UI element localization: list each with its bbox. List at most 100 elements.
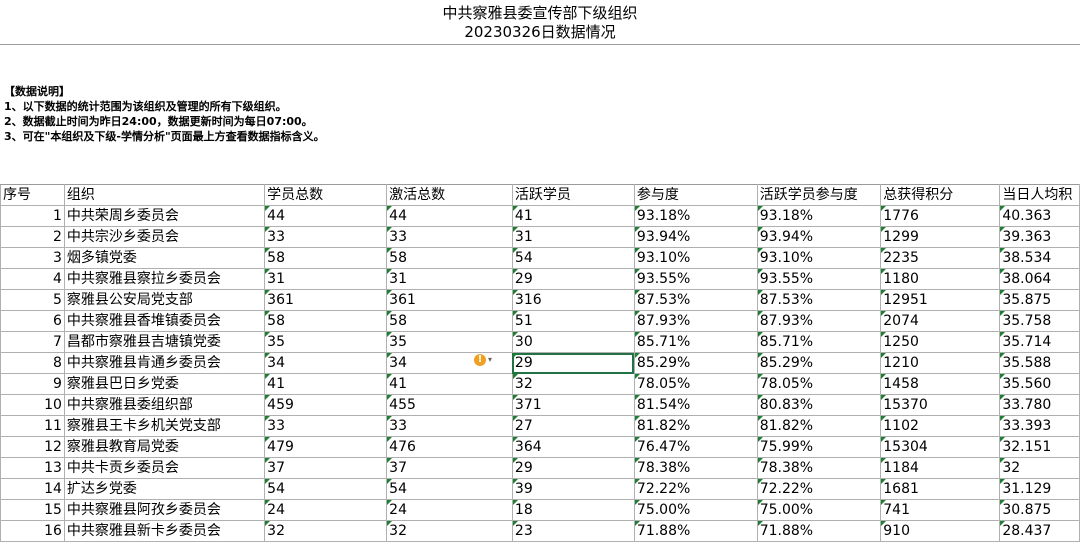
table-cell-activated[interactable]: 58 [386,310,513,332]
table-cell-active[interactable]: 316 [511,289,635,311]
table-cell-points[interactable]: 2235 [880,247,1001,269]
table-cell-active_participation[interactable]: 87.53% [756,289,882,311]
table-cell-avg[interactable]: 33.393 [999,415,1080,437]
table-cell-total[interactable]: 459 [264,394,388,416]
table-cell-idx[interactable]: 6 [0,310,65,332]
table-cell-activated[interactable]: 41 [386,373,513,395]
table-cell-idx[interactable]: 7 [0,331,65,353]
table-cell-active_participation[interactable]: 75.00% [756,499,882,521]
table-cell-avg[interactable]: 35.560 [999,373,1080,395]
table-cell-activated[interactable]: 35 [386,331,513,353]
table-cell-total[interactable]: 58 [264,247,388,269]
table-cell-total[interactable]: 35 [264,331,388,353]
table-cell-participation[interactable]: 81.82% [633,415,758,437]
table-cell-total[interactable]: 32 [264,520,388,542]
table-cell-points[interactable]: 1299 [880,226,1001,248]
table-cell-points[interactable]: 1458 [880,373,1001,395]
table-cell-avg[interactable]: 38.534 [999,247,1080,269]
table-cell-points[interactable]: 12951 [880,289,1001,311]
table-cell-active_participation[interactable]: 71.88% [756,520,882,542]
table-cell-activated[interactable]: 44 [386,205,513,227]
table-cell-active[interactable]: 32 [511,373,635,395]
table-cell-participation[interactable]: 78.38% [633,457,758,479]
column-header[interactable]: 当日人均积 [999,184,1080,206]
table-cell-active[interactable]: 54 [511,247,635,269]
table-cell-org[interactable]: 中共察雅县香堆镇委员会 [63,310,266,332]
table-cell-participation[interactable]: 93.55% [633,268,758,290]
table-cell-idx[interactable]: 5 [0,289,65,311]
table-cell-total[interactable]: 24 [264,499,388,521]
table-cell-points[interactable]: 1180 [880,268,1001,290]
table-cell-points[interactable]: 1102 [880,415,1001,437]
table-cell-participation[interactable]: 72.22% [633,478,758,500]
table-cell-total[interactable]: 41 [264,373,388,395]
table-cell-org[interactable]: 中共卡贡乡委员会 [63,457,266,479]
table-cell-active[interactable]: 29 [511,352,635,374]
table-cell-participation[interactable]: 78.05% [633,373,758,395]
table-cell-idx[interactable]: 8 [0,352,65,374]
table-cell-points[interactable]: 15370 [880,394,1001,416]
table-cell-points[interactable]: 2074 [880,310,1001,332]
table-cell-active[interactable]: 371 [511,394,635,416]
column-header[interactable]: 活跃学员 [511,184,635,206]
table-cell-total[interactable]: 361 [264,289,388,311]
table-cell-total[interactable]: 54 [264,478,388,500]
table-cell-idx[interactable]: 1 [0,205,65,227]
table-cell-active_participation[interactable]: 85.71% [756,331,882,353]
table-cell-active_participation[interactable]: 85.29% [756,352,882,374]
column-header[interactable]: 学员总数 [264,184,388,206]
table-cell-active[interactable]: 39 [511,478,635,500]
column-header[interactable]: 参与度 [633,184,758,206]
table-cell-active[interactable]: 41 [511,205,635,227]
table-cell-org[interactable]: 中共察雅县委组织部 [63,394,266,416]
table-cell-idx[interactable]: 14 [0,478,65,500]
table-cell-avg[interactable]: 40.363 [999,205,1080,227]
table-cell-participation[interactable]: 85.29% [633,352,758,374]
table-cell-points[interactable]: 1210 [880,352,1001,374]
warning-icon[interactable]: ! [474,354,486,366]
table-cell-total[interactable]: 44 [264,205,388,227]
table-cell-active[interactable]: 18 [511,499,635,521]
table-cell-avg[interactable]: 33.780 [999,394,1080,416]
table-cell-idx[interactable]: 16 [0,520,65,542]
table-cell-total[interactable]: 58 [264,310,388,332]
table-cell-active[interactable]: 23 [511,520,635,542]
table-cell-avg[interactable]: 31.129 [999,478,1080,500]
table-cell-active[interactable]: 27 [511,415,635,437]
table-cell-participation[interactable]: 93.94% [633,226,758,248]
table-cell-idx[interactable]: 13 [0,457,65,479]
table-cell-activated[interactable]: 54 [386,478,513,500]
column-header[interactable]: 激活总数 [386,184,513,206]
table-cell-participation[interactable]: 87.53% [633,289,758,311]
table-cell-active[interactable]: 29 [511,268,635,290]
table-cell-points[interactable]: 910 [880,520,1001,542]
table-cell-activated[interactable]: 58 [386,247,513,269]
table-cell-total[interactable]: 37 [264,457,388,479]
table-cell-points[interactable]: 1250 [880,331,1001,353]
table-cell-org[interactable]: 中共察雅县肯通乡委员会 [63,352,266,374]
table-cell-avg[interactable]: 30.875 [999,499,1080,521]
table-cell-activated[interactable]: 476 [386,436,513,458]
table-cell-active[interactable]: 364 [511,436,635,458]
table-cell-avg[interactable]: 32 [999,457,1080,479]
table-cell-points[interactable]: 1681 [880,478,1001,500]
column-header[interactable]: 序号 [0,184,65,206]
table-cell-total[interactable]: 34 [264,352,388,374]
table-cell-participation[interactable]: 85.71% [633,331,758,353]
table-cell-participation[interactable]: 76.47% [633,436,758,458]
table-cell-org[interactable]: 察雅县教育局党委 [63,436,266,458]
table-cell-activated[interactable]: 37 [386,457,513,479]
table-cell-org[interactable]: 察雅县巴日乡党委 [63,373,266,395]
table-cell-org[interactable]: 中共察雅县察拉乡委员会 [63,268,266,290]
table-cell-active_participation[interactable]: 75.99% [756,436,882,458]
table-cell-avg[interactable]: 35.714 [999,331,1080,353]
table-cell-avg[interactable]: 35.758 [999,310,1080,332]
table-cell-total[interactable]: 479 [264,436,388,458]
table-cell-activated[interactable]: 31 [386,268,513,290]
table-cell-active[interactable]: 51 [511,310,635,332]
table-cell-active_participation[interactable]: 87.93% [756,310,882,332]
table-cell-participation[interactable]: 71.88% [633,520,758,542]
table-cell-org[interactable]: 中共察雅县新卡乡委员会 [63,520,266,542]
table-cell-active_participation[interactable]: 78.38% [756,457,882,479]
table-cell-total[interactable]: 31 [264,268,388,290]
